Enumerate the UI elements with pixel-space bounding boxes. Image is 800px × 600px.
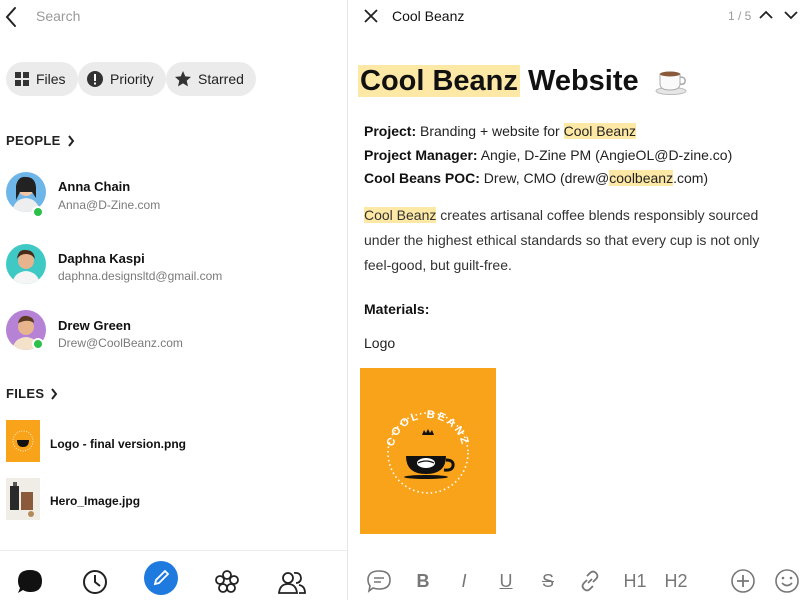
- contact-name: Anna Chain: [58, 179, 131, 194]
- svg-text:COOL BEANZ: COOL BEANZ: [385, 409, 472, 448]
- formatting-toolbar: B I U S H1 H2: [348, 560, 800, 600]
- coffee-icon: [655, 71, 687, 95]
- poc-line: Cool Beans POC: Drew, CMO (drew@coolbean…: [364, 170, 708, 186]
- chip-starred-label: Starred: [198, 71, 244, 87]
- alert-icon: [87, 71, 103, 87]
- description-paragraph: Cool Beanz creates artisanal coffee blen…: [364, 203, 784, 278]
- chip-files-label: Files: [36, 71, 66, 87]
- contact-name: Drew Green: [58, 318, 131, 333]
- search-highlight: coolbeanz: [609, 170, 674, 186]
- files-title: FILES: [6, 386, 45, 401]
- online-status-dot: [32, 206, 44, 218]
- project-manager-line: Project Manager: Angie, D-Zine PM (Angie…: [364, 147, 732, 163]
- chevron-right-icon: [67, 134, 74, 147]
- avatar: [6, 244, 46, 284]
- chat-icon[interactable]: [15, 567, 45, 597]
- contact-item[interactable]: Anna Chain Anna@D-Zine.com: [0, 170, 347, 230]
- chip-files[interactable]: Files: [6, 62, 78, 96]
- star-icon: [175, 71, 191, 87]
- files-section-header[interactable]: FILES: [6, 386, 58, 401]
- contact-email: Anna@D-Zine.com: [58, 198, 161, 212]
- pm-text: Angie, D-Zine PM (AngieOL@D-zine.co): [480, 147, 733, 163]
- back-arrow-icon[interactable]: [4, 6, 18, 28]
- emoji-icon[interactable]: [774, 568, 800, 594]
- logo-image[interactable]: COOL BEANZ: [360, 368, 496, 534]
- contact-item[interactable]: Drew Green Drew@CoolBeanz.com: [0, 308, 347, 368]
- pm-label: Project Manager:: [364, 147, 478, 163]
- document-title: Cool Beanz: [392, 8, 465, 24]
- file-item[interactable]: Hero_Image.jpg: [0, 478, 347, 526]
- document-topbar: Cool Beanz 1 / 5: [348, 0, 800, 34]
- image-thumbnail-icon: [6, 478, 40, 520]
- strikethrough-button[interactable]: S: [535, 568, 561, 594]
- chevron-down-icon[interactable]: [784, 10, 798, 20]
- add-icon[interactable]: [730, 568, 756, 594]
- project-label: Project:: [364, 123, 417, 139]
- search-highlight: Cool Beanz: [563, 123, 636, 139]
- search-highlight: Cool Beanz: [364, 207, 437, 223]
- image-thumbnail-icon: [6, 420, 40, 462]
- contact-name: Daphna Kaspi: [58, 251, 145, 266]
- grid-icon: [15, 72, 29, 86]
- chevron-right-icon: [51, 387, 58, 400]
- project-line: Project: Branding + website for Cool Bea…: [364, 123, 636, 139]
- file-name: Hero_Image.jpg: [50, 494, 141, 508]
- heading1-button[interactable]: H1: [620, 568, 650, 594]
- bottom-nav: [0, 550, 347, 600]
- poc-text: Drew, CMO (drew@: [483, 170, 610, 186]
- online-status-dot: [32, 338, 44, 350]
- file-item[interactable]: Logo - final version.png: [0, 420, 347, 468]
- contact-item[interactable]: Daphna Kaspi daphna.designsltd@gmail.com: [0, 242, 347, 302]
- search-highlight: Cool Beanz: [358, 65, 520, 97]
- chip-priority[interactable]: Priority: [78, 62, 166, 96]
- contact-email: Drew@CoolBeanz.com: [58, 336, 183, 350]
- poc-text-end: .com): [673, 170, 709, 186]
- poc-label: Cool Beans POC:: [364, 170, 480, 186]
- people-title: PEOPLE: [6, 133, 61, 148]
- people-section-header[interactable]: PEOPLE: [6, 133, 75, 148]
- italic-button[interactable]: I: [451, 568, 477, 594]
- pencil-icon: [153, 569, 170, 586]
- heading2-button[interactable]: H2: [661, 568, 691, 594]
- bold-button[interactable]: B: [410, 568, 436, 594]
- left-panel: Search Files Priority Starred PEOPLE Ann…: [0, 0, 347, 600]
- comment-icon[interactable]: [366, 568, 392, 594]
- chevron-up-icon[interactable]: [759, 10, 773, 20]
- logo-caption: Logo: [364, 335, 396, 351]
- search-input[interactable]: Search: [36, 8, 80, 24]
- document-panel: Cool Beanz 1 / 5 Cool Beanz Website Proj…: [348, 0, 800, 600]
- materials-heading: Materials:: [364, 301, 430, 317]
- file-name: Logo - final version.png: [50, 437, 186, 451]
- close-icon[interactable]: [364, 9, 378, 23]
- chip-starred[interactable]: Starred: [166, 62, 256, 96]
- flower-icon[interactable]: [212, 567, 242, 597]
- contact-email: daphna.designsltd@gmail.com: [58, 269, 223, 283]
- page-title: Cool Beanz Website: [358, 64, 689, 98]
- page-title-text: Website: [527, 65, 639, 97]
- compose-button[interactable]: [144, 561, 178, 595]
- search-bar: Search: [0, 0, 347, 34]
- result-counter: 1 / 5: [728, 9, 752, 23]
- clock-icon[interactable]: [80, 567, 110, 597]
- contacts-icon[interactable]: [277, 567, 307, 597]
- chip-priority-label: Priority: [110, 71, 154, 87]
- project-text: Branding + website for: [420, 123, 560, 139]
- underline-button[interactable]: U: [493, 568, 519, 594]
- link-icon[interactable]: [577, 568, 603, 594]
